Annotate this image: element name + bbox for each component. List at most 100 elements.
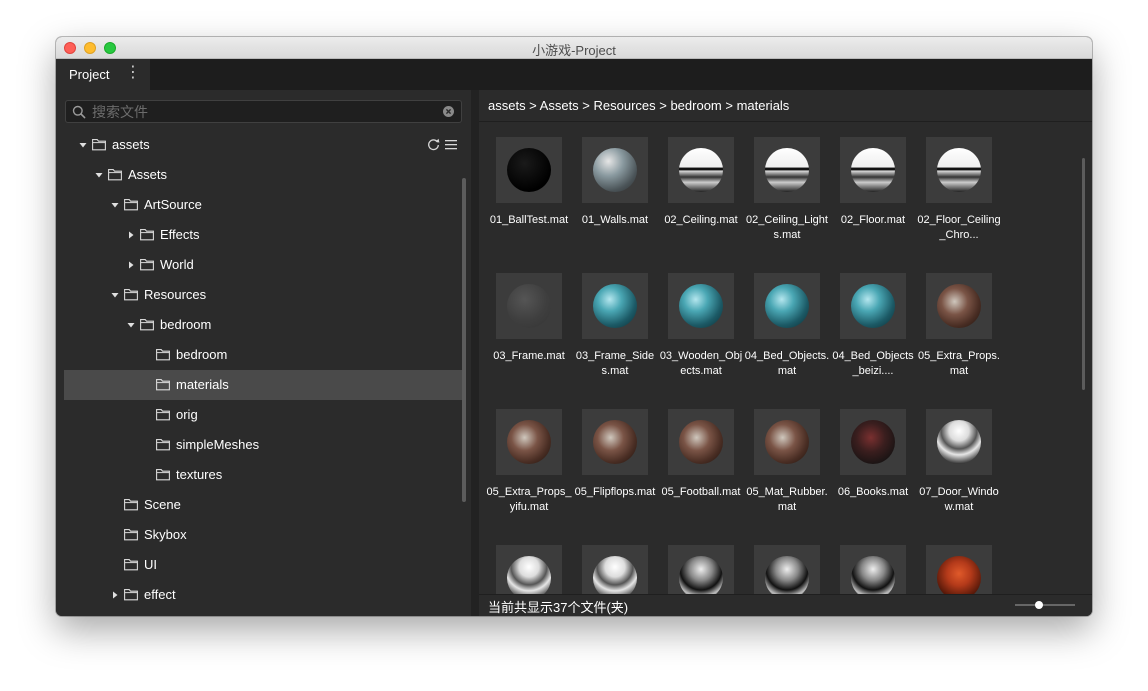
material-file-tile[interactable]: 04_Bed_Objects.mat: [744, 258, 830, 388]
collapse-arrow-icon[interactable]: [126, 260, 136, 270]
material-file-tile[interactable]: 02_Floor_Ceiling_Chro...: [916, 122, 1002, 252]
material-file-tile[interactable]: 06_Books.mat: [830, 394, 916, 524]
material-file-tile[interactable]: [658, 530, 744, 594]
material-thumbnail: [582, 409, 648, 475]
project-window: 小游戏-Project Project ⋮ assets Assets ArtSou…: [56, 37, 1092, 616]
material-thumbnail: [840, 545, 906, 594]
material-file-tile[interactable]: 07_Door_Window.mat: [916, 394, 1002, 524]
status-bar: 当前共显示37个文件(夹): [479, 594, 1092, 616]
material-sphere-preview: [851, 420, 895, 464]
tree-item[interactable]: UI: [64, 550, 462, 580]
material-file-tile[interactable]: 05_Flipflops.mat: [572, 394, 658, 524]
tree-item-label: ArtSource: [144, 197, 202, 212]
tree-item[interactable]: textures: [64, 460, 462, 490]
expand-arrow-icon[interactable]: [78, 140, 88, 150]
material-thumbnail: [754, 273, 820, 339]
tree-item-label: Skybox: [144, 527, 187, 542]
material-thumbnail: [840, 137, 906, 203]
search-box: [65, 100, 462, 123]
tree-item[interactable]: bedroom: [64, 340, 462, 370]
material-file-tile[interactable]: 02_Ceiling_Lights.mat: [744, 122, 830, 252]
material-file-tile[interactable]: 01_BallTest.mat: [486, 122, 572, 252]
folder-icon: [124, 199, 138, 211]
collapse-arrow-icon[interactable]: [110, 590, 120, 600]
material-file-tile[interactable]: [572, 530, 658, 594]
file-name: 07_Door_Window.mat: [919, 486, 999, 513]
material-file-tile[interactable]: 04_Bed_Objects_beizi....: [830, 258, 916, 388]
slider-handle[interactable]: [1035, 601, 1043, 609]
file-name: 06_Books.mat: [837, 486, 909, 498]
material-sphere-preview: [679, 148, 723, 192]
tree-item-label: effect: [144, 587, 176, 602]
material-thumbnail: [582, 273, 648, 339]
tree-item[interactable]: ArtSource: [64, 190, 462, 220]
file-name: 03_Frame_Sides.mat: [575, 350, 655, 377]
material-file-tile[interactable]: 01_Walls.mat: [572, 122, 658, 252]
material-thumbnail: [496, 273, 562, 339]
material-sphere-preview: [507, 148, 551, 192]
asset-tree-panel: assets Assets ArtSource Effects World Resourc…: [56, 90, 471, 616]
tree-item[interactable]: orig: [64, 400, 462, 430]
folder-icon: [140, 259, 154, 271]
tree-item[interactable]: Resources: [64, 280, 462, 310]
material-sphere-preview: [765, 284, 809, 328]
tree-item[interactable]: assets: [64, 130, 462, 160]
tree-item[interactable]: effect: [64, 580, 462, 610]
tree-item[interactable]: bedroom: [64, 310, 462, 340]
material-file-tile[interactable]: [744, 530, 830, 594]
collapse-arrow-icon[interactable]: [126, 230, 136, 240]
material-sphere-preview: [765, 556, 809, 594]
material-sphere-preview: [679, 556, 723, 594]
material-file-tile[interactable]: 02_Floor.mat: [830, 122, 916, 252]
material-sphere-preview: [851, 148, 895, 192]
file-name: 05_Extra_Props.mat: [918, 350, 1000, 377]
expand-arrow-icon[interactable]: [126, 320, 136, 330]
panel-divider[interactable]: [471, 90, 479, 616]
folder-icon: [92, 139, 106, 151]
folder-icon: [156, 409, 170, 421]
material-sphere-preview: [507, 284, 551, 328]
tree-scrollbar[interactable]: [462, 178, 466, 502]
tree-item[interactable]: Assets: [64, 160, 462, 190]
material-file-tile[interactable]: 05_Mat_Rubber.mat: [744, 394, 830, 524]
material-file-tile[interactable]: 02_Ceiling.mat: [658, 122, 744, 252]
tab-project[interactable]: Project ⋮: [56, 59, 150, 90]
expand-arrow-icon[interactable]: [94, 170, 104, 180]
tree-item[interactable]: Skybox: [64, 520, 462, 550]
material-thumbnail: [840, 409, 906, 475]
tab-label: Project: [69, 67, 110, 82]
material-thumbnail: [496, 409, 562, 475]
tree-item[interactable]: World: [64, 250, 462, 280]
file-name: 01_Walls.mat: [581, 214, 649, 226]
search-input[interactable]: [92, 103, 432, 121]
material-file-tile[interactable]: [486, 530, 572, 594]
folder-icon: [124, 589, 138, 601]
breadcrumb[interactable]: assets > Assets > Resources > bedroom > …: [488, 98, 789, 113]
material-file-tile[interactable]: 03_Wooden_Objects.mat: [658, 258, 744, 388]
refresh-icon[interactable]: [427, 138, 440, 151]
list-menu-icon[interactable]: [445, 138, 457, 151]
tree-item[interactable]: materials: [64, 370, 462, 400]
clear-search-icon[interactable]: [443, 106, 454, 117]
material-file-tile[interactable]: 05_Extra_Props_yifu.mat: [486, 394, 572, 524]
material-sphere-preview: [679, 420, 723, 464]
tab-menu-icon[interactable]: ⋮: [125, 64, 141, 82]
material-file-tile[interactable]: 03_Frame_Sides.mat: [572, 258, 658, 388]
grid-scrollbar[interactable]: [1082, 158, 1085, 390]
material-file-tile[interactable]: [830, 530, 916, 594]
material-file-tile[interactable]: 05_Extra_Props.mat: [916, 258, 1002, 388]
material-file-tile[interactable]: 03_Frame.mat: [486, 258, 572, 388]
file-name: 04_Bed_Objects.mat: [744, 350, 830, 377]
thumbnail-size-slider[interactable]: [1015, 600, 1075, 610]
tree-item[interactable]: simpleMeshes: [64, 430, 462, 460]
expand-arrow-icon[interactable]: [110, 290, 120, 300]
expand-arrow-icon[interactable]: [110, 200, 120, 210]
folder-icon: [156, 439, 170, 451]
tree-item[interactable]: Scene: [64, 490, 462, 520]
material-file-tile[interactable]: 05_Football.mat: [658, 394, 744, 524]
material-file-tile[interactable]: [916, 530, 1002, 594]
tree-item-label: bedroom: [160, 317, 212, 332]
tree-item[interactable]: Effects: [64, 220, 462, 250]
material-thumbnail: [926, 409, 992, 475]
file-name: 01_BallTest.mat: [489, 214, 569, 226]
